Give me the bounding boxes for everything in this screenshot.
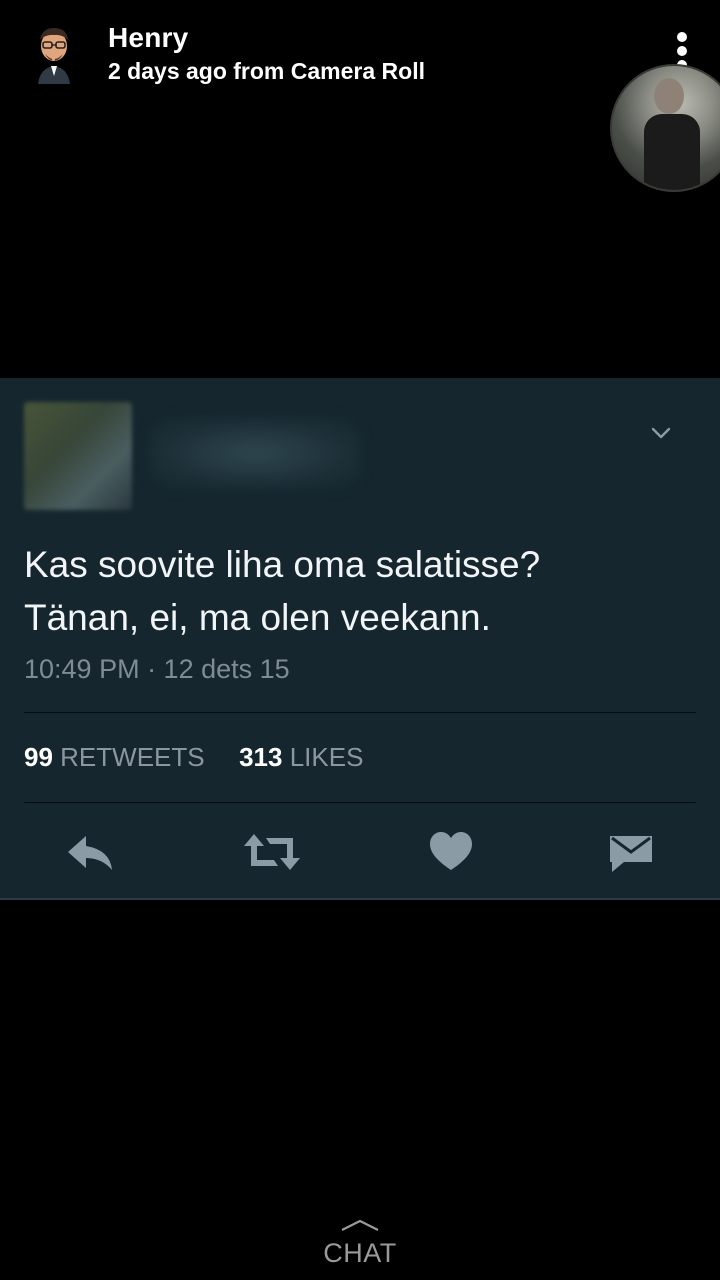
retweets-count[interactable]: 99 <box>24 742 53 772</box>
story-subtitle: 2 days ago from Camera Roll <box>108 58 425 84</box>
tweet-card: Kas soovite liha oma salatisse? Tänan, e… <box>0 378 720 900</box>
tweet-timestamp: 10:49 PM · 12 dets 15 <box>24 654 290 684</box>
chat-label[interactable]: CHAT <box>0 1238 720 1269</box>
sender-name[interactable]: Henry <box>108 22 188 54</box>
tweet-actions <box>0 830 720 880</box>
likes-count[interactable]: 313 <box>239 742 282 772</box>
tweet-text: Kas soovite liha oma salatisse? Tänan, e… <box>24 538 704 644</box>
tweet-text-line: Tänan, ei, ma olen veekann. <box>24 597 491 638</box>
retweet-icon[interactable] <box>244 830 300 874</box>
bitmoji-avatar[interactable] <box>30 24 78 84</box>
card-bottom-border <box>0 898 720 900</box>
divider <box>24 802 696 803</box>
blurred-profile-image <box>24 402 132 510</box>
user-thumbnail[interactable] <box>610 64 720 192</box>
tweet-text-line: Kas soovite liha oma salatisse? <box>24 544 541 585</box>
reply-icon[interactable] <box>66 830 114 874</box>
likes-label[interactable]: LIKES <box>290 742 364 772</box>
story-header: Henry 2 days ago from Camera Roll <box>0 0 720 192</box>
direct-message-icon[interactable] <box>608 830 654 874</box>
chevron-down-icon[interactable] <box>650 422 672 444</box>
chevron-up-icon[interactable] <box>340 1218 380 1232</box>
blurred-account-name <box>150 418 360 488</box>
divider <box>24 712 696 713</box>
chat-footer[interactable]: CHAT <box>0 1214 720 1274</box>
tweet-stats: 99 RETWEETS 313 LIKES <box>24 742 363 773</box>
like-heart-icon[interactable] <box>430 830 472 874</box>
retweets-label[interactable]: RETWEETS <box>60 742 204 772</box>
